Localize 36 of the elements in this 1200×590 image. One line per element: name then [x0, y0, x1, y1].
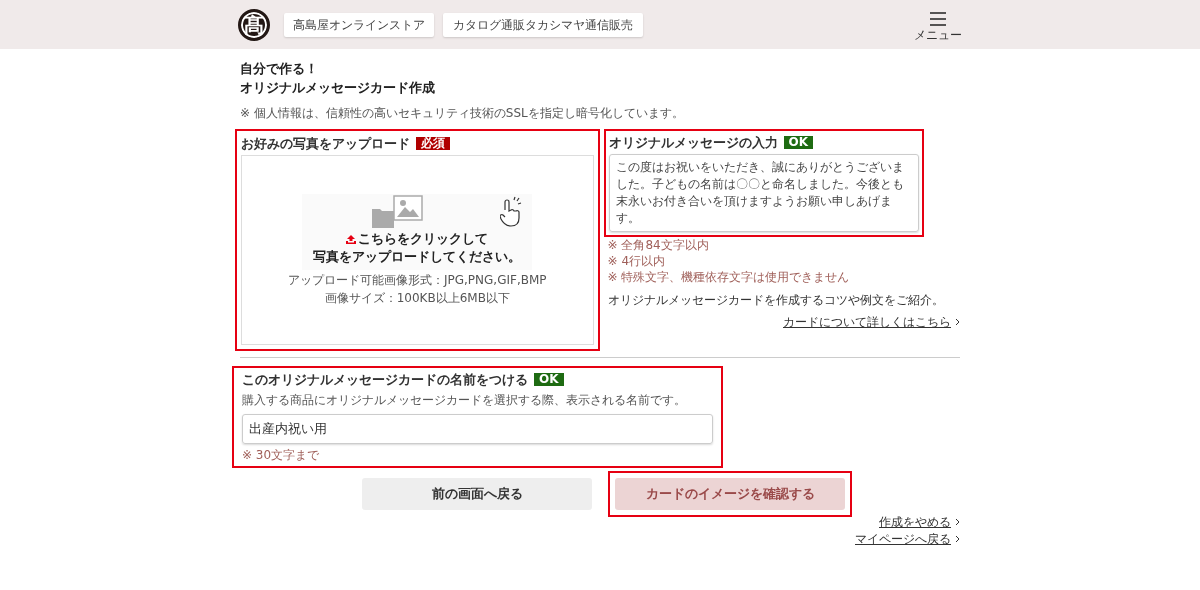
footer-link[interactable]: マイページへ戻る	[855, 531, 951, 547]
upload-info: 画像サイズ：100KB以上6MB以下	[324, 290, 510, 306]
logo[interactable]: 髙	[238, 8, 270, 41]
card-name-label: このオリジナルメッセージカードの名前をつける	[242, 371, 528, 388]
input-note: ※ 特殊文字、機種依存文字は使用できません	[607, 269, 851, 285]
card-name-field[interactable]: 出産内祝い用	[242, 414, 713, 444]
required-badge: 必須	[416, 137, 450, 150]
nav-button[interactable]: 高島屋オンラインストア	[284, 12, 434, 37]
chevron-icon	[955, 318, 960, 326]
input-note: ※ 全角84文字以内	[607, 237, 710, 253]
upload-prompt: 写真をアップロードしてください。	[313, 248, 522, 266]
menu-icon	[930, 11, 946, 26]
card-name-description: 購入する商品にオリジナルメッセージカードを選択する際、表示される名前です。	[242, 392, 687, 409]
upload-icon	[346, 234, 357, 244]
message-label: オリジナルメッセージの入力	[608, 134, 778, 151]
input-note: ※ 30文字まで	[242, 447, 321, 463]
upload-label: お好みの写真をアップロード	[241, 135, 410, 152]
footer-link[interactable]: 作成をやめる	[879, 514, 951, 530]
menu-button[interactable]: メニュー	[914, 11, 962, 42]
nav-button[interactable]: カタログ通販タカシマヤ通信販売	[443, 12, 643, 37]
message-textarea[interactable]: この度はお祝いをいただき、誠にありがとうございました。子どもの名前は〇〇と命名しました。今後とも末永いお付き合いを頂けますようお願い申しあげます。	[608, 154, 919, 232]
page-title: 自分で作る！ オリジナルメッセージカード作成	[240, 60, 436, 97]
image-folder-icon	[372, 195, 425, 229]
upload-prompt: こちらをクリックして	[358, 230, 489, 248]
pointing-hand-icon	[500, 196, 523, 230]
ok-badge: OK	[534, 373, 564, 386]
security-note: ※ 個人情報は、信頼性の高いセキュリティ技術のSSLを指定し暗号化しています。	[240, 105, 685, 121]
tips-text: オリジナルメッセージカードを作成するコツや例文をご紹介。	[607, 292, 945, 309]
input-note: ※ 4行以内	[607, 253, 667, 269]
details-link[interactable]: カードについて詳しくはこちら	[783, 313, 951, 331]
upload-area[interactable]: こちらをクリックして 写真をアップロードしてください。 アップロード可能画像形式：JPG,PNG,GIF,BMP 画像サイズ：100KB以上6MB以下	[241, 155, 594, 345]
ok-badge: OK	[783, 136, 813, 149]
chevron-icon	[955, 518, 960, 526]
upload-info: アップロード可能画像形式：JPG,PNG,GIF,BMP	[287, 272, 547, 288]
back-button[interactable]: 前の画面へ戻る	[362, 478, 592, 510]
chevron-icon	[955, 535, 960, 543]
